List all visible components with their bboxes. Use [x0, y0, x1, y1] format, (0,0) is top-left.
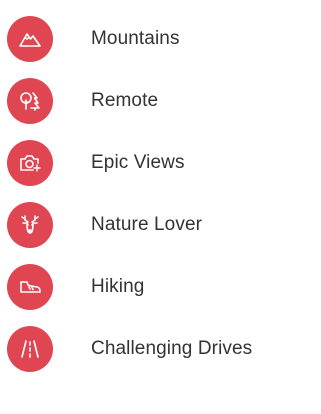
list-item-epic-views: Epic Views — [0, 140, 321, 186]
hiking-boot-icon — [7, 264, 53, 310]
list-item-remote: Remote — [0, 78, 321, 124]
list-item-label: Challenging Drives — [91, 338, 253, 359]
list-item-mountains: Mountains — [0, 16, 321, 62]
trees-icon — [7, 78, 53, 124]
list-item-label: Epic Views — [91, 152, 185, 173]
list-item-label: Hiking — [91, 276, 145, 297]
deer-icon — [7, 202, 53, 248]
list-item-label: Mountains — [91, 28, 180, 49]
list-item-label: Remote — [91, 90, 159, 111]
feature-list: Mountains Remote Epic Views Nature Lover… — [0, 0, 321, 414]
mountain-icon — [7, 16, 53, 62]
list-item-hiking: Hiking — [0, 264, 321, 310]
list-item-label: Nature Lover — [91, 214, 203, 235]
camera-icon — [7, 140, 53, 186]
list-item-challenging-drives: Challenging Drives — [0, 326, 321, 372]
list-item-nature-lover: Nature Lover — [0, 202, 321, 248]
road-icon — [7, 326, 53, 372]
